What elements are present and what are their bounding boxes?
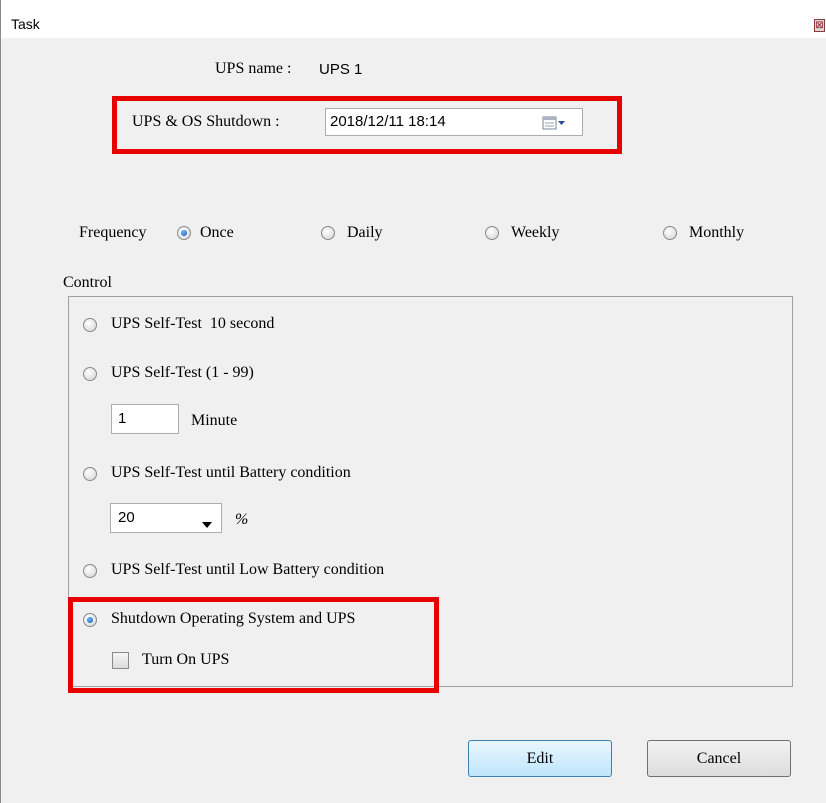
- shutdown-os-ups-radio[interactable]: [83, 613, 97, 627]
- turn-on-ups-label[interactable]: Turn On UPS: [142, 651, 229, 669]
- window-title: Task: [11, 16, 40, 32]
- minutes-input-value: 1: [118, 410, 127, 427]
- until-low-battery-radio[interactable]: [83, 564, 97, 578]
- self-test-10s-label[interactable]: UPS Self-Test 10 second: [111, 315, 274, 333]
- frequency-weekly-label[interactable]: Weekly: [511, 224, 559, 242]
- until-battery-radio[interactable]: [83, 467, 97, 481]
- battery-percent-select[interactable]: 20: [110, 503, 222, 533]
- battery-percent-unit: %: [235, 511, 249, 528]
- minutes-input[interactable]: 1: [111, 404, 179, 434]
- control-group-label: Control: [63, 274, 112, 291]
- ups-name-label: UPS name :: [215, 60, 292, 77]
- calendar-icon[interactable]: [542, 115, 565, 131]
- chevron-down-icon[interactable]: [202, 515, 212, 533]
- cancel-button[interactable]: Cancel: [647, 740, 791, 777]
- edit-button[interactable]: Edit: [468, 740, 612, 777]
- frequency-once-label[interactable]: Once: [200, 224, 234, 242]
- frequency-daily-radio[interactable]: [321, 226, 335, 240]
- until-low-battery-label[interactable]: UPS Self-Test until Low Battery conditio…: [111, 561, 384, 579]
- task-dialog: Task ⊠ UPS name : UPS 1 UPS & OS Shutdow…: [0, 0, 826, 803]
- frequency-daily-label[interactable]: Daily: [347, 224, 383, 242]
- frequency-once-radio[interactable]: [177, 226, 191, 240]
- self-test-range-radio[interactable]: [83, 367, 97, 381]
- shutdown-datetime-value: 2018/12/11 18:14: [330, 113, 446, 130]
- until-battery-label[interactable]: UPS Self-Test until Battery condition: [111, 464, 351, 482]
- frequency-weekly-radio[interactable]: [485, 226, 499, 240]
- frequency-monthly-radio[interactable]: [663, 226, 677, 240]
- minutes-unit-label: Minute: [191, 412, 238, 429]
- shutdown-os-ups-label[interactable]: Shutdown Operating System and UPS: [111, 610, 355, 628]
- ups-name-value: UPS 1: [319, 61, 363, 78]
- turn-on-ups-checkbox[interactable]: [112, 652, 129, 669]
- battery-percent-value: 20: [118, 509, 135, 526]
- self-test-range-label[interactable]: UPS Self-Test (1 - 99): [111, 364, 254, 382]
- close-icon[interactable]: ⊠: [814, 19, 825, 32]
- title-bar: Task ⊠: [1, 0, 826, 38]
- self-test-10s-radio[interactable]: [83, 318, 97, 332]
- frequency-label: Frequency: [79, 224, 147, 241]
- frequency-monthly-label[interactable]: Monthly: [689, 224, 744, 242]
- shutdown-datetime-picker[interactable]: 2018/12/11 18:14: [325, 108, 583, 136]
- shutdown-label: UPS & OS Shutdown :: [132, 113, 280, 130]
